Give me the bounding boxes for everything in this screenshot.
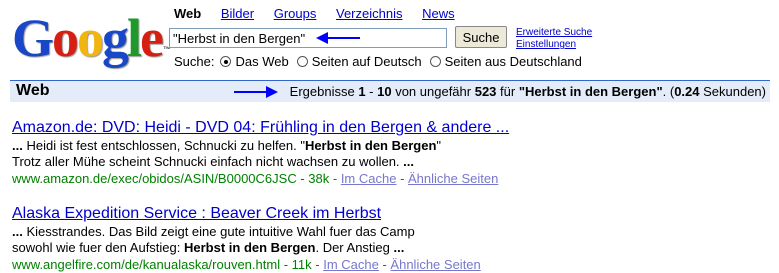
advanced-links: Erweiterte Suche Einstellungen	[516, 27, 592, 51]
result-count: 523	[474, 84, 497, 99]
stats-text: -	[365, 84, 378, 99]
scope-option-web[interactable]: Das Web	[214, 54, 289, 69]
cache-link[interactable]: Im Cache	[323, 257, 379, 272]
result-snippet-line: Trotz aller Mühe scheint Schnucki einfac…	[12, 154, 509, 170]
stats-text: Ergebnisse	[289, 84, 359, 99]
separator: -	[280, 257, 292, 272]
tab-web[interactable]: Web	[174, 6, 201, 21]
result-snippet-line: ... Kiesstrandes. Das Bild zeigt eine gu…	[12, 224, 481, 240]
results-header-bar: Web Ergebnisse 1 - 10 von ungefähr 523 f…	[10, 81, 770, 102]
stats-text: Sekunden)	[699, 84, 766, 99]
ellipsis: ...	[12, 224, 27, 239]
tab-verzeichnis[interactable]: Verzeichnis	[336, 6, 402, 21]
search-result: Alaska Expedition Service : Beaver Creek…	[12, 204, 481, 273]
tab-news[interactable]: News	[422, 6, 455, 21]
ellipsis: ...	[403, 154, 414, 169]
result-url: www.amazon.de/exec/obidos/ASIN/B0000C6JS…	[12, 171, 297, 186]
stats-text: . (	[662, 84, 675, 99]
range-start: 1	[358, 84, 366, 99]
stats-text: von ungefähr	[391, 84, 475, 99]
scope-option-label: Das Web	[235, 54, 289, 69]
snippet-text: Kiesstrandes. Das Bild zeigt eine gute i…	[26, 224, 415, 239]
search-button[interactable]: Suche	[455, 26, 507, 48]
radio-icon[interactable]	[429, 56, 441, 67]
logo-letter: l	[127, 8, 142, 68]
result-snippet-line: ... Heidi ist fest entschlossen, Schnuck…	[12, 138, 509, 154]
search-tabs: Web Bilder Groups Verzeichnis News	[174, 6, 471, 21]
results-stats: Ergebnisse 1 - 10 von ungefähr 523 für "…	[290, 84, 766, 99]
result-meta: www.angelfire.com/de/kanualaska/rouven.h…	[12, 257, 481, 273]
result-snippet-line: sowohl wie fuer den Aufstieg: Herbst in …	[12, 240, 481, 256]
logo-letter: o	[77, 8, 104, 68]
advanced-search-link[interactable]: Erweiterte Suche	[516, 27, 592, 39]
query-text: "Herbst in den Bergen"	[518, 84, 663, 99]
result-size: 11k	[291, 257, 312, 272]
snippet-text: Heidi ist fest entschlossen, Schnucki zu…	[26, 138, 305, 153]
snippet-text: . Der Anstieg	[315, 240, 394, 255]
snippet-text: sowohl wie fuer den Aufstieg:	[12, 240, 184, 255]
cache-link[interactable]: Im Cache	[341, 171, 397, 186]
scope-label: Suche:	[174, 54, 215, 69]
search-result: Amazon.de: DVD: Heidi - DVD 04: Frühling…	[12, 118, 509, 187]
ellipsis: ...	[393, 240, 405, 255]
tab-groups[interactable]: Groups	[274, 6, 317, 21]
snippet-text: Trotz aller Mühe scheint Schnucki einfac…	[12, 154, 404, 169]
arrow-right-icon	[234, 86, 278, 98]
tab-bilder[interactable]: Bilder	[221, 6, 254, 21]
snippet-highlight: Herbst in den Bergen	[304, 138, 437, 153]
logo-letter: e	[140, 8, 164, 68]
separator: -	[378, 257, 391, 272]
separator: -	[329, 171, 341, 186]
logo-letter: g	[102, 8, 129, 68]
similar-pages-link[interactable]: Ähnliche Seiten	[390, 257, 480, 272]
arrow-left-icon	[316, 32, 360, 44]
settings-link[interactable]: Einstellungen	[516, 39, 592, 51]
search-time: 0.24	[674, 84, 700, 99]
google-logo[interactable]: Google™	[12, 10, 171, 66]
similar-pages-link[interactable]: Ähnliche Seiten	[408, 171, 498, 186]
separator: -	[296, 171, 309, 186]
result-meta: www.amazon.de/exec/obidos/ASIN/B0000C6JS…	[12, 171, 509, 187]
result-size: 38k	[308, 171, 330, 186]
ellipsis: ...	[12, 138, 27, 153]
result-url: www.angelfire.com/de/kanualaska/rouven.h…	[12, 257, 281, 272]
search-input[interactable]	[169, 28, 447, 48]
radio-icon[interactable]	[296, 56, 308, 67]
snippet-highlight: Herbst in den Bergen	[184, 240, 316, 255]
range-end: 10	[377, 84, 392, 99]
stats-text: für	[496, 84, 519, 99]
search-scope: Suche: Das Web Seiten auf Deutsch Seiten…	[174, 54, 584, 69]
scope-option-label: Seiten aus Deutschland	[444, 54, 582, 69]
scope-option-german[interactable]: Seiten auf Deutsch	[291, 54, 422, 69]
separator: -	[396, 171, 409, 186]
radio-icon[interactable]	[220, 56, 232, 67]
scope-option-label: Seiten auf Deutsch	[311, 54, 422, 69]
results-section-label: Web	[16, 82, 50, 99]
scope-option-germany[interactable]: Seiten aus Deutschland	[424, 54, 582, 69]
result-title-link[interactable]: Amazon.de: DVD: Heidi - DVD 04: Frühling…	[12, 118, 509, 138]
logo-letter: o	[52, 8, 79, 68]
snippet-text: "	[436, 138, 442, 153]
separator: -	[311, 257, 324, 272]
logo-letter: G	[12, 8, 54, 68]
result-title-link[interactable]: Alaska Expedition Service : Beaver Creek…	[12, 204, 481, 224]
